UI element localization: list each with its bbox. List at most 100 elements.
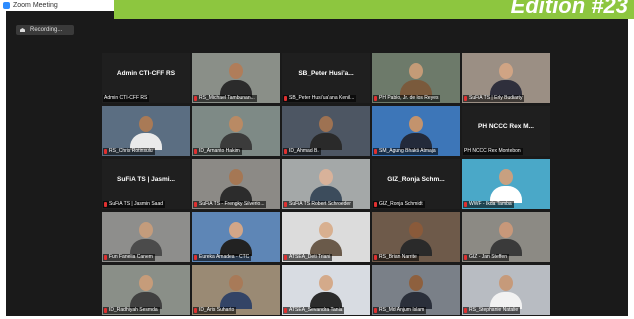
participant-name-tag: ID_Ahmad B. bbox=[283, 148, 321, 155]
participant-name: SB_Peter Husi'ua'ana Kenil... bbox=[289, 95, 355, 101]
participant-tile[interactable]: RS_Md Anjum Islam bbox=[372, 265, 460, 315]
participant-tile[interactable]: RS_Stephanie Natalie bbox=[462, 265, 550, 315]
participant-name-tag: ID_Aris Suharto bbox=[193, 307, 237, 314]
participant-video-feed bbox=[130, 275, 162, 309]
participant-video-feed bbox=[490, 63, 522, 97]
participant-name-tag: ID_Arnanto Hakim bbox=[193, 148, 242, 155]
participant-tile[interactable]: SB_Peter Husi'a... SB_Peter Husi'ua'ana K… bbox=[282, 53, 370, 103]
participant-name-tag: SuFiA TS Robert Schroeder bbox=[283, 201, 353, 208]
participant-name: SuFiA TS | Jasmin Saad bbox=[109, 201, 164, 207]
participant-video-feed bbox=[310, 116, 342, 150]
muted-mic-icon bbox=[284, 149, 287, 154]
record-icon bbox=[20, 28, 25, 32]
muted-mic-icon bbox=[374, 96, 377, 101]
participant-name-tag: SuFiA TS | Jasmin Saad bbox=[103, 201, 166, 208]
participant-name-tag: Admin CTI-CFF RS bbox=[103, 95, 150, 102]
participant-name: RS_Stephanie Natalie bbox=[469, 307, 519, 313]
participant-tile[interactable]: GIZ_Ronja Schm... GIZ_Ronja Schmidt bbox=[372, 159, 460, 209]
participant-display-name: Admin CTI-CFF RS bbox=[116, 70, 176, 77]
person-head bbox=[139, 222, 153, 238]
participant-tile[interactable]: Eureka Amadea - CTC bbox=[192, 212, 280, 262]
participant-tile[interactable]: ATSEA_Deti Triani bbox=[282, 212, 370, 262]
participant-video-feed bbox=[220, 275, 252, 309]
muted-mic-icon bbox=[464, 255, 467, 260]
person-head bbox=[319, 116, 333, 132]
meeting-window: Recording... Admin CTI-CFF RS Admin CTI-C… bbox=[6, 11, 628, 316]
participant-name-tag: GIZ - Jan Steffen bbox=[463, 254, 509, 261]
participant-tile[interactable]: ID_Radhiyah Sesmda bbox=[102, 265, 190, 315]
person-head bbox=[499, 169, 513, 185]
participant-display-name: SuFiA TS | Jasmi... bbox=[117, 176, 175, 183]
participant-tile[interactable]: SuFiA TS - Frengky Silverio... bbox=[192, 159, 280, 209]
participant-name: PH NCCC Rex Montebon bbox=[464, 148, 521, 154]
participant-tile[interactable]: SuFiA TS | Jasmi... SuFiA TS | Jasmin Saa… bbox=[102, 159, 190, 209]
participant-name: SuFiA TS Robert Schroeder bbox=[289, 201, 351, 207]
participant-tile[interactable]: PH NCCC Rex M... PH NCCC Rex Montebon bbox=[462, 106, 550, 156]
participant-tile[interactable]: SM_Agung Bhakti Atmaja bbox=[372, 106, 460, 156]
person-head bbox=[319, 222, 333, 238]
participant-video-feed bbox=[400, 63, 432, 97]
participant-tile[interactable]: ATSEA_Sevandra Tania bbox=[282, 265, 370, 315]
person-head bbox=[229, 63, 243, 79]
muted-mic-icon bbox=[284, 96, 287, 101]
participant-tile[interactable]: ID_Aris Suharto bbox=[192, 265, 280, 315]
window-title: Zoom Meeting bbox=[13, 2, 58, 9]
person-head bbox=[319, 169, 333, 185]
participant-tile[interactable]: ID_Arnanto Hakim bbox=[192, 106, 280, 156]
muted-mic-icon bbox=[194, 308, 197, 313]
participant-tile[interactable]: WWF - Ikda Tamba bbox=[462, 159, 550, 209]
participant-name: ATSEA_Deti Triani bbox=[289, 254, 331, 260]
person-head bbox=[409, 275, 423, 291]
recording-indicator[interactable]: Recording... bbox=[16, 25, 74, 35]
participant-tile[interactable]: SuFiA TS Robert Schroeder bbox=[282, 159, 370, 209]
participant-video-feed bbox=[220, 63, 252, 97]
participant-name-tag: RS_Chris Rotinsulu bbox=[103, 148, 155, 155]
participant-name: GIZ - Jan Steffen bbox=[469, 254, 507, 260]
participant-display-name: PH NCCC Rex M... bbox=[478, 123, 534, 130]
muted-mic-icon bbox=[284, 202, 287, 207]
participant-video-feed bbox=[220, 116, 252, 150]
person-head bbox=[229, 116, 243, 132]
muted-mic-icon bbox=[194, 255, 197, 260]
participant-name-tag: RS_Michael Tambunan... bbox=[193, 95, 257, 102]
participant-tile[interactable]: Fun Fanelia Canem bbox=[102, 212, 190, 262]
gallery-view: Admin CTI-CFF RS Admin CTI-CFF RS RS_Micha… bbox=[102, 53, 552, 315]
participant-video-feed bbox=[400, 275, 432, 309]
person-head bbox=[139, 116, 153, 132]
participant-name: WWF - Ikda Tamba bbox=[469, 201, 512, 207]
participant-name: SM_Agung Bhakti Atmaja bbox=[379, 148, 436, 154]
muted-mic-icon bbox=[464, 202, 467, 207]
participant-name-tag: PH Pablo, Jr. de los Reyes bbox=[373, 95, 441, 102]
participant-name-tag: ATSEA_Sevandra Tania bbox=[283, 307, 345, 314]
participant-tile[interactable]: RS_Chris Rotinsulu bbox=[102, 106, 190, 156]
participant-video-feed bbox=[130, 222, 162, 256]
muted-mic-icon bbox=[104, 255, 107, 260]
person-head bbox=[229, 275, 243, 291]
person-head bbox=[229, 169, 243, 185]
participant-name: PH Pablo, Jr. de los Reyes bbox=[379, 95, 439, 101]
participant-tile[interactable]: ID_Ahmad B. bbox=[282, 106, 370, 156]
participant-name: ID_Ahmad B. bbox=[289, 148, 319, 154]
participant-display-name: SB_Peter Husi'a... bbox=[298, 70, 354, 77]
participant-tile[interactable]: RS_Brian Narrite bbox=[372, 212, 460, 262]
participant-video-feed bbox=[130, 116, 162, 150]
person-head bbox=[139, 275, 153, 291]
participant-tile[interactable]: Admin CTI-CFF RS Admin CTI-CFF RS bbox=[102, 53, 190, 103]
muted-mic-icon bbox=[194, 96, 197, 101]
participant-tile[interactable]: RS_Michael Tambunan... bbox=[192, 53, 280, 103]
edition-banner: Edition #23 bbox=[114, 0, 634, 19]
muted-mic-icon bbox=[284, 308, 287, 313]
participant-name: Eureka Amadea - CTC bbox=[199, 254, 250, 260]
participant-name: GIZ_Ronja Schmidt bbox=[379, 201, 423, 207]
participant-name-tag: RS_Brian Narrite bbox=[373, 254, 419, 261]
participant-video-feed bbox=[310, 169, 342, 203]
participant-tile[interactable]: SuFiA TS | Erly Budiarty bbox=[462, 53, 550, 103]
participant-name: SuFiA TS | Erly Budiarty bbox=[469, 95, 523, 101]
participant-tile[interactable]: GIZ - Jan Steffen bbox=[462, 212, 550, 262]
person-head bbox=[409, 222, 423, 238]
participant-tile[interactable]: PH Pablo, Jr. de los Reyes bbox=[372, 53, 460, 103]
participant-video-feed bbox=[400, 116, 432, 150]
participant-name: Admin CTI-CFF RS bbox=[104, 95, 148, 101]
participant-name-tag: SuFiA TS - Frengky Silverio... bbox=[193, 201, 267, 208]
participant-video-feed bbox=[490, 169, 522, 203]
